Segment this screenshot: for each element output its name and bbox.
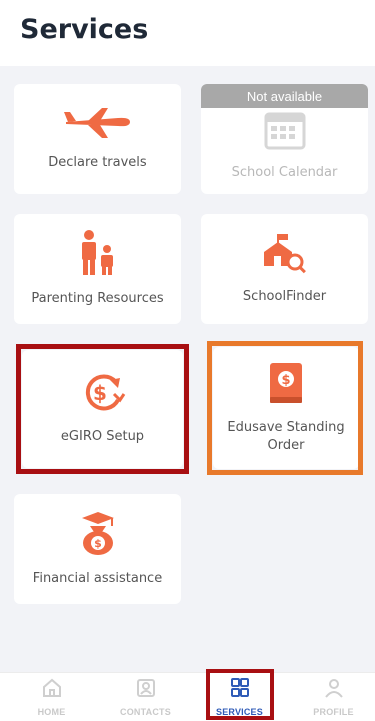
nav-profile-label: PROFILE bbox=[313, 706, 354, 717]
nav-contacts[interactable]: CONTACTS bbox=[108, 673, 183, 721]
page-title: Services bbox=[20, 14, 149, 45]
calendar-icon bbox=[263, 110, 307, 150]
nav-contacts-label: CONTACTS bbox=[120, 706, 171, 717]
parenting-resources-card[interactable]: Parenting Resources bbox=[14, 214, 181, 324]
declare-travels-card[interactable]: Declare travels bbox=[14, 84, 181, 194]
egiro-highlight-frame bbox=[16, 344, 189, 474]
school-search-icon bbox=[262, 232, 308, 274]
not-available-badge: Not available bbox=[201, 84, 368, 108]
nav-home-label: HOME bbox=[37, 706, 66, 717]
school-calendar-card: Not available School Calendar bbox=[201, 84, 368, 194]
school-calendar-label: School Calendar bbox=[231, 165, 338, 180]
nav-profile[interactable]: PROFILE bbox=[296, 673, 371, 721]
profile-icon bbox=[323, 678, 345, 703]
schoolfinder-label: SchoolFinder bbox=[242, 289, 327, 304]
family-icon bbox=[78, 230, 118, 276]
financial-assistance-card[interactable]: $ Financial assistance bbox=[14, 494, 181, 604]
graduation-money-bag-icon: $ bbox=[78, 510, 118, 556]
financial-assistance-label: Financial assistance bbox=[32, 571, 163, 586]
declare-travels-label: Declare travels bbox=[48, 155, 147, 170]
parenting-resources-label: Parenting Resources bbox=[31, 291, 164, 306]
home-icon bbox=[41, 678, 63, 703]
contacts-icon bbox=[135, 678, 157, 703]
nav-home[interactable]: HOME bbox=[14, 673, 89, 721]
edusave-highlight-frame bbox=[207, 341, 363, 475]
bottom-navigation: HOME CONTACTS SERVICES PROFILE bbox=[0, 672, 375, 721]
svg-text:$: $ bbox=[94, 537, 102, 550]
services-nav-highlight-frame bbox=[206, 669, 274, 720]
schoolfinder-card[interactable]: SchoolFinder bbox=[201, 214, 368, 324]
airplane-icon bbox=[62, 106, 134, 140]
